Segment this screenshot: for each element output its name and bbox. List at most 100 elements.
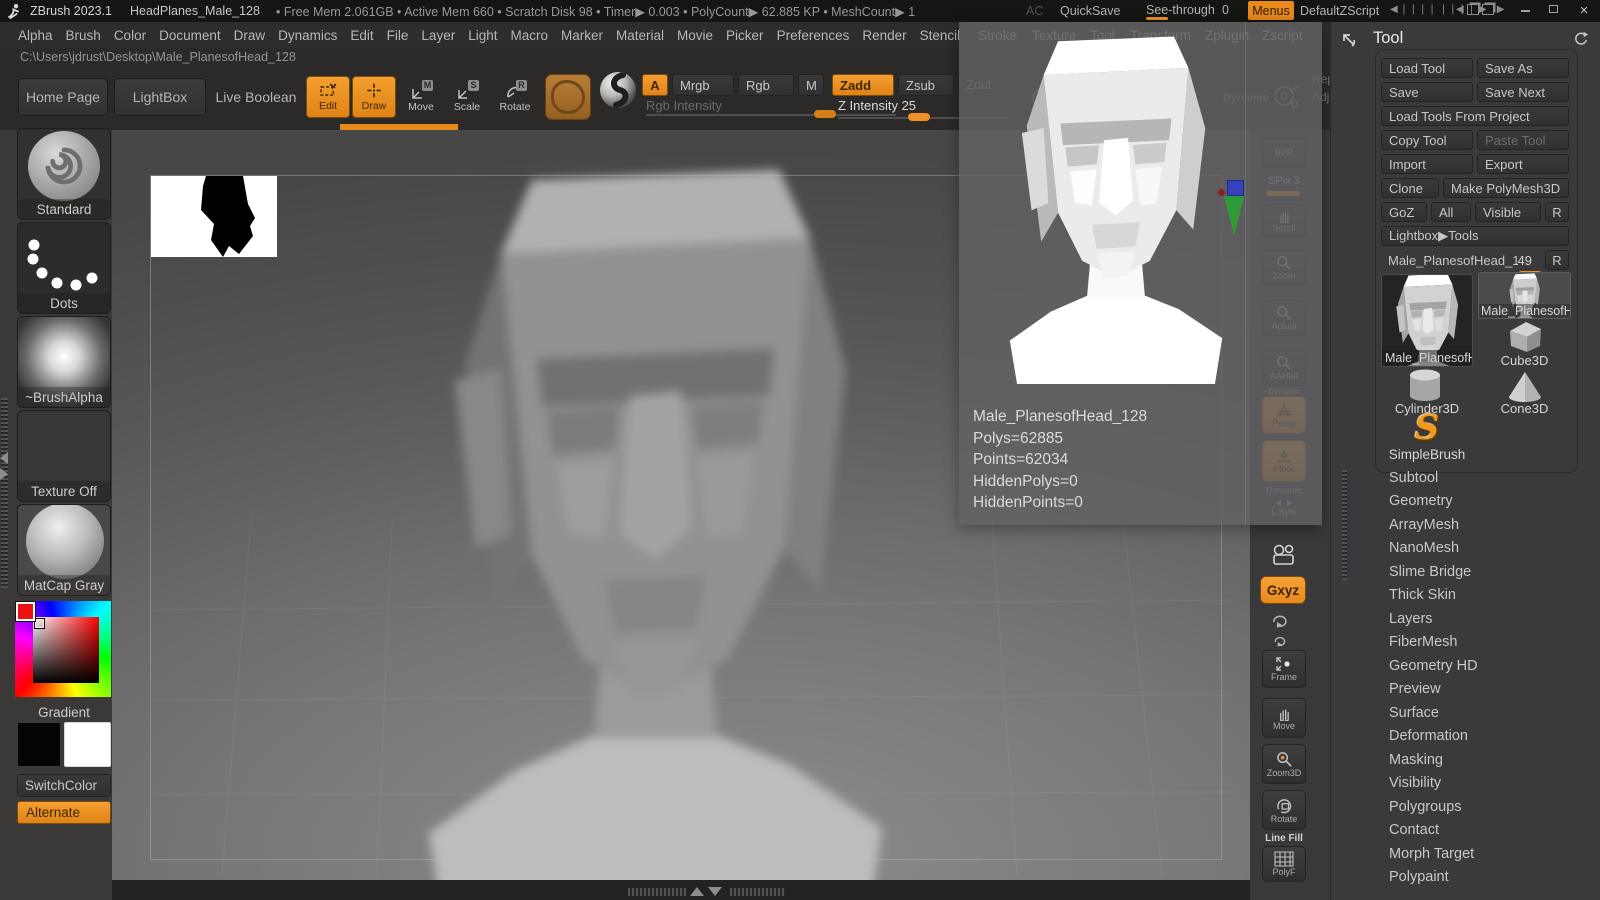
save-button[interactable]: Save xyxy=(1381,82,1473,102)
section-polygroups[interactable]: Polygroups xyxy=(1389,799,1462,815)
left-tray-divider-grip[interactable] xyxy=(1,398,8,588)
tool-thumbnail-simplebrush[interactable]: S xyxy=(1411,408,1443,448)
menu-color[interactable]: Color xyxy=(114,28,146,43)
prev-layout-icon[interactable]: ◀ xyxy=(1390,4,1398,15)
menu-marker[interactable]: Marker xyxy=(561,28,603,43)
frame-button[interactable]: Frame xyxy=(1262,650,1306,688)
color-picker[interactable] xyxy=(15,601,111,697)
section-contact[interactable]: Contact xyxy=(1389,822,1439,838)
rgb-intensity-handle[interactable] xyxy=(814,110,836,118)
goz-visible-button[interactable]: Visible xyxy=(1475,202,1541,222)
section-preview[interactable]: Preview xyxy=(1389,681,1441,697)
see-through-slider[interactable] xyxy=(1146,17,1168,20)
tool-thumbnail-cube-label[interactable]: Cube3D xyxy=(1478,352,1571,368)
texture-selector[interactable]: Texture Off xyxy=(17,410,111,502)
section-geometry[interactable]: Geometry xyxy=(1389,493,1453,509)
rgb-button[interactable]: Rgb xyxy=(738,74,794,96)
main-color-swatch[interactable] xyxy=(17,722,61,767)
menu-brush[interactable]: Brush xyxy=(66,28,101,43)
tool-thumbnail-head[interactable]: Male_PlanesofH xyxy=(1478,272,1571,319)
minimize-button[interactable] xyxy=(1521,6,1530,12)
tool-thumbnail-selected[interactable]: Male_PlanesofH xyxy=(1381,274,1473,367)
material-selector[interactable]: MatCap Gray xyxy=(17,504,111,596)
menu-edit[interactable]: Edit xyxy=(350,28,373,43)
menu-material[interactable]: Material xyxy=(616,28,664,43)
brush-selector[interactable]: Standard xyxy=(17,128,111,220)
ui-config-switcher[interactable]: ◀ ▶ xyxy=(1456,4,1504,15)
tool-thumbnail-simplebrush-label[interactable]: SimpleBrush xyxy=(1367,446,1487,462)
load-tools-from-project-button[interactable]: Load Tools From Project xyxy=(1381,106,1569,126)
goz-r-button[interactable]: R xyxy=(1545,202,1569,222)
save-as-button[interactable]: Save As xyxy=(1477,58,1569,78)
tool-thumbnail-cube[interactable] xyxy=(1501,318,1547,354)
import-button[interactable]: Import xyxy=(1381,154,1473,174)
rotate3d-button[interactable]: Rotate xyxy=(1262,790,1306,830)
move-canvas-button[interactable]: Move xyxy=(1262,698,1306,738)
tray-collapse-left-icon[interactable] xyxy=(0,452,8,464)
rotate-z-icon[interactable] xyxy=(1270,632,1290,648)
section-layers[interactable]: Layers xyxy=(1389,611,1433,627)
live-boolean-button[interactable]: Live Boolean xyxy=(210,78,302,116)
tool-r-button[interactable]: R xyxy=(1545,250,1569,270)
tray-collapse-icon[interactable] xyxy=(708,887,722,896)
section-surface[interactable]: Surface xyxy=(1389,705,1439,721)
scale-button[interactable]: S Scale xyxy=(446,76,488,118)
menu-macro[interactable]: Macro xyxy=(510,28,548,43)
menu-document[interactable]: Document xyxy=(159,28,221,43)
menu-draw[interactable]: Draw xyxy=(234,28,266,43)
section-subtool[interactable]: Subtool xyxy=(1389,470,1438,486)
home-page-button[interactable]: Home Page xyxy=(18,78,108,116)
toolbar-active-slider[interactable] xyxy=(340,124,458,130)
bottom-divider-grip[interactable] xyxy=(730,888,785,896)
active-tool-button[interactable]: Male_PlanesofHead_128. 49 xyxy=(1381,250,1539,270)
menu-light[interactable]: Light xyxy=(468,28,497,43)
tray-expand-right-icon[interactable] xyxy=(0,468,8,480)
tool-thumbnail-cone-label[interactable]: Cone3D xyxy=(1478,400,1571,416)
current-material-sphere[interactable] xyxy=(600,72,636,108)
menu-preferences[interactable]: Preferences xyxy=(777,28,850,43)
goz-button[interactable]: GoZ xyxy=(1381,202,1427,222)
menu-movie[interactable]: Movie xyxy=(677,28,713,43)
prev-config-icon[interactable]: ◀ xyxy=(1456,4,1464,15)
clone-button[interactable]: Clone xyxy=(1381,178,1439,198)
tool-preview-model[interactable] xyxy=(991,22,1241,384)
make-polymesh3d-button[interactable]: Make PolyMesh3D xyxy=(1443,178,1569,198)
gxyz-button[interactable]: Gxyz xyxy=(1260,576,1306,604)
section-geometry-hd[interactable]: Geometry HD xyxy=(1389,658,1478,674)
polyf-button[interactable]: PolyF xyxy=(1262,846,1306,882)
goz-all-button[interactable]: All xyxy=(1431,202,1471,222)
palette-scroll-grip[interactable] xyxy=(1342,470,1347,580)
zadd-button[interactable]: Zadd xyxy=(832,74,894,96)
current-brush-button[interactable] xyxy=(545,74,591,120)
copy-tool-button[interactable]: Copy Tool xyxy=(1381,130,1473,150)
bottom-divider-grip[interactable] xyxy=(628,888,686,896)
menu-file[interactable]: File xyxy=(387,28,409,43)
a-toggle[interactable]: A xyxy=(642,74,668,96)
menu-stencil[interactable]: Stencil xyxy=(920,28,961,43)
section-thick-skin[interactable]: Thick Skin xyxy=(1389,587,1456,603)
lightbox-button[interactable]: LightBox xyxy=(114,78,206,116)
section-slime-bridge[interactable]: Slime Bridge xyxy=(1389,564,1471,580)
zsub-button[interactable]: Zsub xyxy=(898,74,954,96)
quicksave-button[interactable]: QuickSave xyxy=(1060,4,1120,18)
section-visibility[interactable]: Visibility xyxy=(1389,775,1441,791)
rgb-intensity-track[interactable] xyxy=(646,114,896,116)
section-nanomesh[interactable]: NanoMesh xyxy=(1389,540,1459,556)
section-fibermesh[interactable]: FiberMesh xyxy=(1389,634,1458,650)
menu-alpha[interactable]: Alpha xyxy=(18,28,53,43)
move-button[interactable]: M Move xyxy=(400,76,442,118)
section-deformation[interactable]: Deformation xyxy=(1389,728,1468,744)
secondary-color-swatch[interactable] xyxy=(64,722,111,767)
see-through-label[interactable]: See-through xyxy=(1146,3,1215,17)
rotate-y-icon[interactable] xyxy=(1268,610,1292,630)
tool-thumbnail-cone[interactable] xyxy=(1503,370,1547,404)
menu-render[interactable]: Render xyxy=(862,28,906,43)
paste-tool-button[interactable]: Paste Tool xyxy=(1477,130,1569,150)
stroke-selector[interactable]: Dots xyxy=(17,222,111,314)
rotate-button[interactable]: R Rotate xyxy=(492,76,538,118)
menu-picker[interactable]: Picker xyxy=(726,28,764,43)
tool-thumbnail-cylinder[interactable] xyxy=(1403,366,1447,404)
lightbox-tools-button[interactable]: Lightbox▶Tools xyxy=(1381,226,1569,246)
menu-layer[interactable]: Layer xyxy=(421,28,455,43)
mrgb-button[interactable]: Mrgb xyxy=(672,74,734,96)
